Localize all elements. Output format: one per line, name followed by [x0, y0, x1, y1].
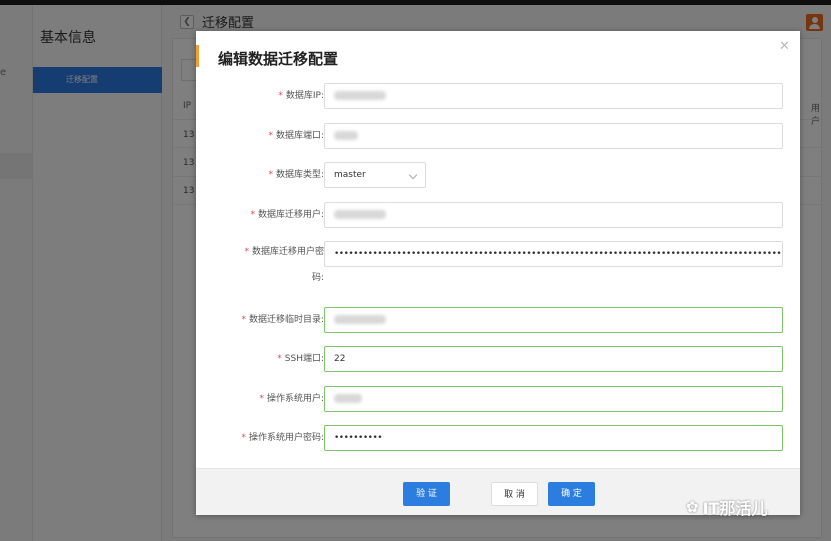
watermark: ✿ IT那活儿 [686, 495, 767, 519]
field-db-migration-user: * 数据库迁移用户: [196, 202, 800, 228]
watermark-text: IT那活儿 [702, 499, 768, 518]
db-migration-user-input[interactable] [324, 202, 783, 228]
ssh-port-input[interactable]: 22 [324, 346, 783, 372]
dialog-title: 编辑数据迁移配置 [218, 50, 339, 68]
field-label: * 数据库迁移用户: [250, 210, 324, 220]
wechat-icon: ✿ [686, 498, 699, 516]
close-icon[interactable]: ✕ [779, 40, 791, 53]
field-db-ip: * 数据库IP: [196, 83, 800, 109]
confirm-button[interactable]: 确 定 [548, 482, 595, 506]
db-migration-password-input[interactable]: ••••••••••••••••••••••••••••••••••••••••… [324, 241, 783, 267]
field-label: * 数据库迁移用户密 码: [244, 247, 324, 283]
field-label: * 操作系统用户: [259, 394, 324, 404]
field-db-port: * 数据库端口: [196, 123, 800, 149]
field-os-user: * 操作系统用户: [196, 386, 800, 412]
field-label: * 数据迁移临时目录: [241, 315, 324, 325]
field-label: * 数据库端口: [268, 131, 324, 141]
db-type-select[interactable]: master [324, 162, 426, 188]
field-label: * 操作系统用户密码: [241, 433, 324, 443]
field-os-password: * 操作系统用户密码: •••••••••• [196, 425, 800, 451]
field-db-migration-password: * 数据库迁移用户密 码: •••••••••••••••••••••••••••… [196, 241, 800, 283]
field-db-type: * 数据库类型: master [196, 162, 800, 188]
field-migration-temp-dir: * 数据迁移临时目录: [196, 307, 800, 333]
field-label: * 数据库IP: [278, 91, 324, 101]
os-password-input[interactable]: •••••••••• [324, 425, 783, 451]
cancel-button[interactable]: 取 消 [491, 482, 538, 506]
title-accent-bar [196, 45, 199, 67]
field-label: * 数据库类型: [268, 170, 324, 180]
migration-temp-dir-input[interactable] [324, 307, 783, 333]
db-ip-input[interactable] [324, 83, 783, 109]
os-user-input[interactable] [324, 386, 783, 412]
db-port-input[interactable] [324, 123, 783, 149]
chevron-down-icon [408, 170, 418, 180]
edit-migration-config-dialog: 编辑数据迁移配置 ✕ * 数据库IP: * 数据库端口: * 数据库类型: maste… [196, 31, 800, 515]
field-label: * SSH端口: [277, 354, 324, 364]
verify-button[interactable]: 验 证 [403, 482, 450, 506]
field-ssh-port: * SSH端口: 22 [196, 346, 800, 372]
